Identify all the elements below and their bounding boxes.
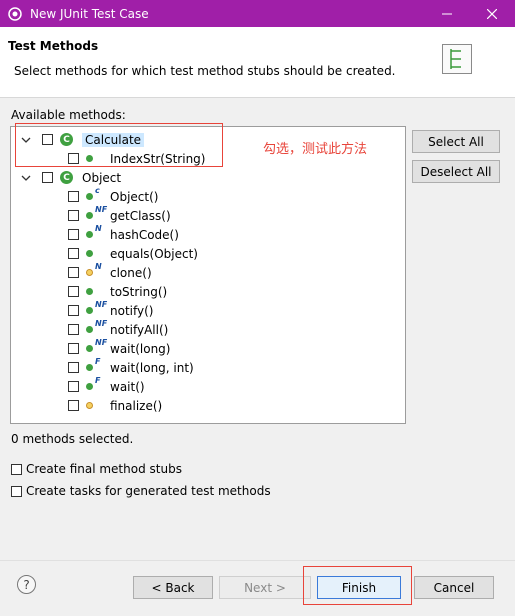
method-checkbox[interactable]	[68, 248, 79, 259]
chevron-down-icon[interactable]	[20, 134, 32, 146]
tree-item-method[interactable]: toString()	[68, 282, 167, 301]
method-checkbox[interactable]	[68, 324, 79, 335]
tree-item-method[interactable]: N clone()	[68, 262, 152, 282]
next-button[interactable]: Next >	[219, 576, 311, 599]
final-stubs-checkbox[interactable]	[11, 463, 22, 475]
protected-method-icon	[86, 399, 104, 413]
public-method-icon	[86, 247, 104, 261]
tree-item-label: hashCode()	[110, 227, 179, 242]
tree-item-method[interactable]: c Object()	[68, 186, 159, 206]
tasks-option[interactable]: Create tasks for generated test methods	[11, 484, 271, 498]
public-method-icon	[86, 152, 104, 166]
tree-item-label: IndexStr(String)	[110, 151, 206, 166]
close-button[interactable]	[469, 0, 515, 27]
method-checkbox[interactable]	[68, 381, 79, 392]
final-stubs-option[interactable]: Create final method stubs	[11, 462, 182, 476]
junit-wizard-banner-icon	[442, 44, 472, 74]
tree-item-label: toString()	[110, 284, 168, 299]
tree-item-label: equals(Object)	[110, 246, 198, 261]
tasks-label: Create tasks for generated test methods	[26, 484, 271, 498]
tree-item-label: Calculate	[82, 132, 145, 147]
footer-separator	[0, 560, 515, 561]
tree-item-label: clone()	[110, 265, 152, 280]
method-checkbox[interactable]	[68, 229, 79, 240]
tree-item-method[interactable]: equals(Object)	[68, 244, 198, 263]
tree-item-method[interactable]: F wait(long, int)	[68, 357, 194, 377]
native-final-method-icon: NF	[86, 300, 107, 318]
native-method-icon: N	[86, 224, 104, 242]
tree-item-method[interactable]: IndexStr(String)	[68, 149, 205, 168]
tree-item-label: Object	[82, 170, 122, 185]
tree-item-label: wait(long, int)	[110, 360, 194, 375]
title-bar: New JUnit Test Case	[0, 0, 515, 27]
final-stubs-label: Create final method stubs	[26, 462, 182, 476]
minimize-button[interactable]	[424, 0, 470, 27]
tree-item-method[interactable]: NF notifyAll()	[68, 319, 169, 339]
public-method-icon	[86, 285, 104, 299]
tree-item-method[interactable]: NF notify()	[68, 300, 154, 320]
tree-item-object[interactable]: C Object	[20, 168, 121, 187]
method-checkbox[interactable]	[68, 210, 79, 221]
tree-item-label: wait(long)	[110, 341, 171, 356]
tree-item-label: getClass()	[110, 208, 171, 223]
tree-item-method[interactable]: NF getClass()	[68, 205, 171, 225]
constructor-icon: c	[86, 186, 104, 204]
tree-item-method[interactable]: F wait()	[68, 376, 145, 396]
native-final-method-icon: NF	[86, 319, 107, 337]
selection-status: 0 methods selected.	[11, 432, 134, 446]
final-method-icon: F	[86, 376, 104, 394]
method-checkbox[interactable]	[68, 267, 79, 278]
cancel-button[interactable]: Cancel	[414, 576, 494, 599]
back-button[interactable]: < Back	[133, 576, 213, 599]
final-method-icon: F	[86, 357, 104, 375]
tree-item-label: notifyAll()	[110, 322, 169, 337]
tree-item-label: notify()	[110, 303, 154, 318]
eclipse-app-icon	[8, 6, 22, 21]
available-methods-label: Available methods:	[11, 108, 126, 122]
method-checkbox[interactable]	[68, 286, 79, 297]
native-final-method-icon: NF	[86, 338, 107, 356]
tree-item-method[interactable]: finalize()	[68, 396, 162, 415]
deselect-all-button[interactable]: Deselect All	[412, 160, 500, 183]
chevron-down-icon[interactable]	[20, 172, 32, 184]
class-icon: C	[60, 133, 73, 146]
tree-item-label: finalize()	[110, 398, 163, 413]
method-checkbox[interactable]	[68, 343, 79, 354]
tree-item-method[interactable]: NF wait(long)	[68, 338, 171, 358]
method-checkbox[interactable]	[68, 362, 79, 373]
tree-item-label: wait()	[110, 379, 145, 394]
wizard-header: Test Methods Select methods for which te…	[0, 27, 515, 98]
tree-item-method[interactable]: N hashCode()	[68, 224, 179, 244]
methods-tree[interactable]: C Calculate IndexStr(String) C Object c …	[10, 126, 406, 424]
class-icon: C	[60, 171, 73, 184]
method-checkbox[interactable]	[68, 191, 79, 202]
close-icon	[487, 8, 497, 19]
protected-native-method-icon: N	[86, 262, 104, 280]
native-final-method-icon: NF	[86, 205, 107, 223]
calculate-checkbox[interactable]	[42, 134, 53, 145]
finish-button[interactable]: Finish	[317, 576, 401, 599]
minimize-icon	[442, 13, 452, 14]
tree-item-calculate[interactable]: C Calculate	[20, 130, 145, 149]
select-all-button[interactable]: Select All	[412, 130, 500, 153]
window-title: New JUnit Test Case	[30, 6, 149, 21]
method-checkbox[interactable]	[68, 153, 79, 164]
page-description: Select methods for which test method stu…	[14, 64, 396, 78]
help-icon[interactable]: ?	[17, 575, 36, 594]
method-checkbox[interactable]	[68, 400, 79, 411]
page-title: Test Methods	[8, 39, 99, 53]
tree-item-label: Object()	[110, 189, 159, 204]
annotation-text: 勾选，测试此方法	[263, 142, 368, 157]
object-checkbox[interactable]	[42, 172, 53, 183]
method-checkbox[interactable]	[68, 305, 79, 316]
tasks-checkbox[interactable]	[11, 485, 22, 497]
